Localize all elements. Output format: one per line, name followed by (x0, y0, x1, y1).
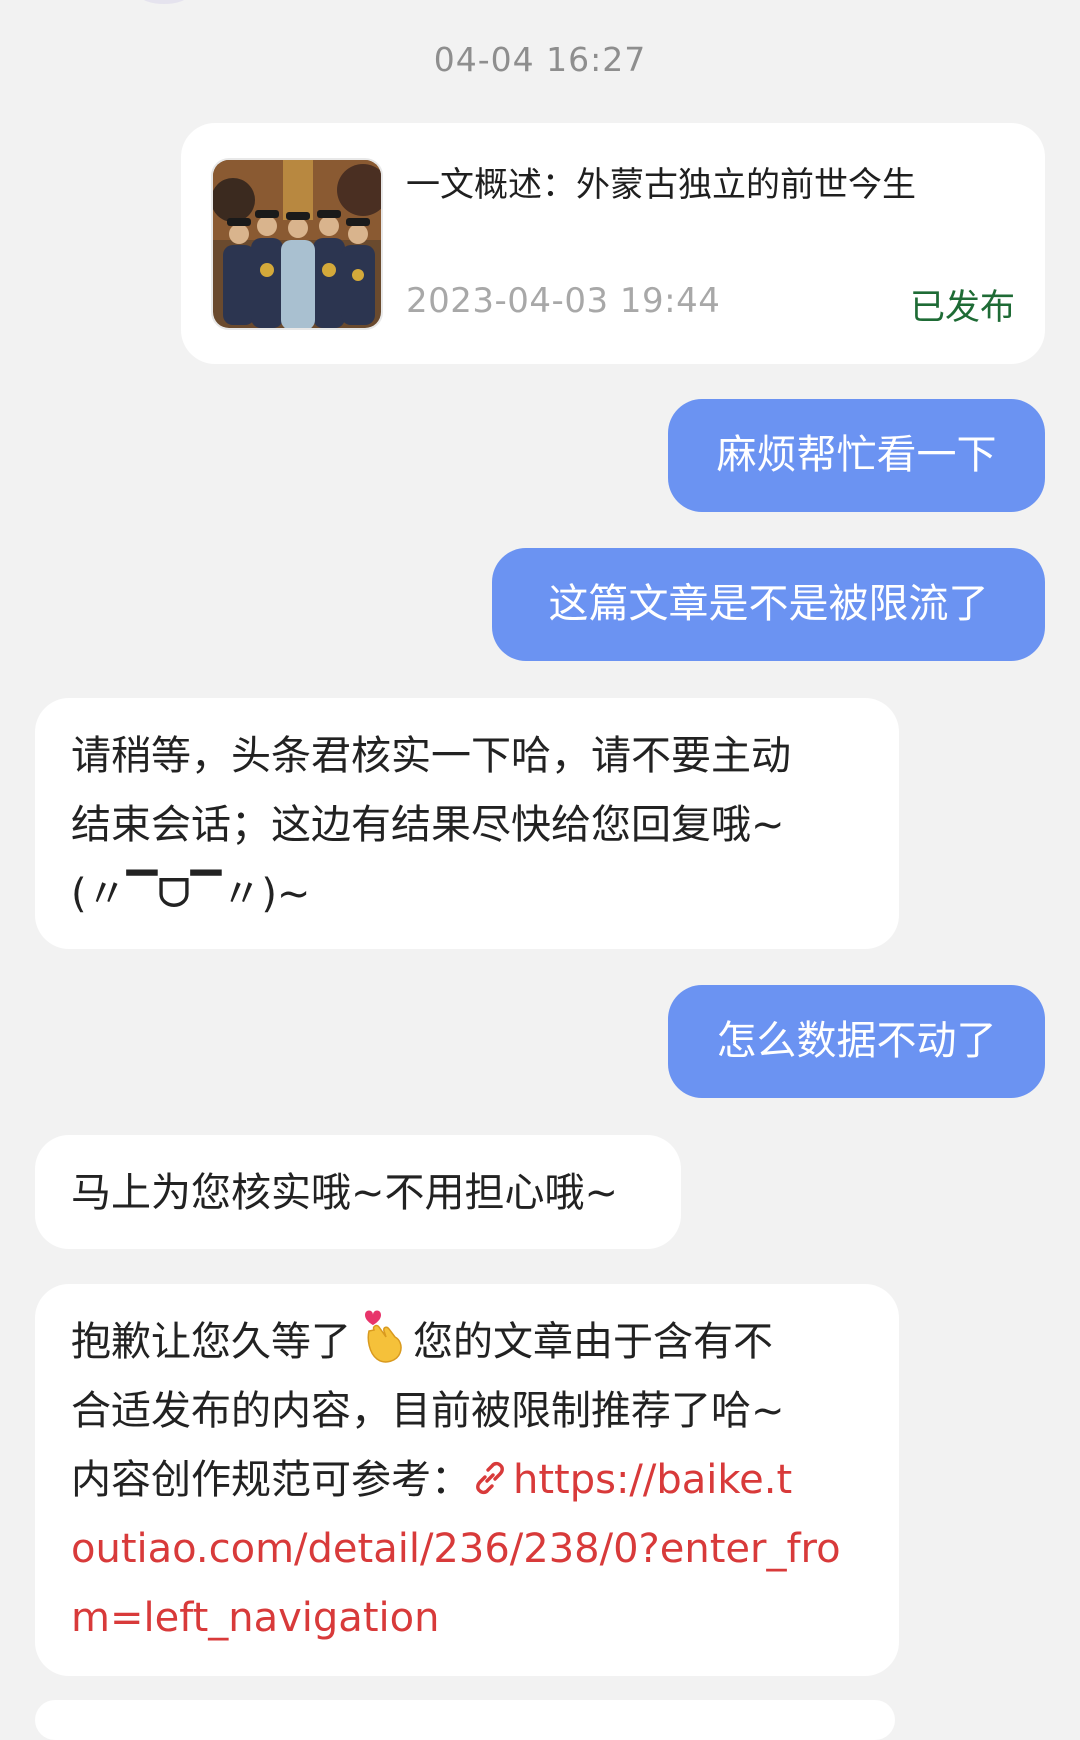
link-text[interactable]: https://baike.t (513, 1457, 792, 1503)
message-line: 合适发布的内容，目前被限制推荐了哈~ (71, 1388, 785, 1434)
link-icon (476, 1461, 504, 1495)
kaomoji: (〃▔ᗜ▔〃)~ (71, 871, 311, 917)
message-line: 结束会话；这边有结果尽快给您回复哦~ (71, 802, 785, 848)
message-text: 内容创作规范可参考： (71, 1457, 471, 1503)
article-title[interactable]: 一文概述：外蒙古独立的前世今生 (406, 157, 916, 206)
my-message-bubble[interactable]: 麻烦帮忙看一下 (668, 399, 1045, 512)
reference-link[interactable]: https://baike.t (471, 1457, 792, 1503)
message-line: 请稍等，头条君核实一下哈，请不要主动 (71, 733, 791, 779)
link-text[interactable]: outiao.com/detail/236/238/0?enter_fro (71, 1515, 865, 1584)
support-message-bubble[interactable]: 抱歉让您久等了 您的文章由于含有不 合适发布的内容，目前被限制推荐了哈~ 内容创… (35, 1284, 899, 1676)
article-status-badge: 已发布 (909, 288, 1015, 328)
finger-heart-emoji-icon (365, 1310, 402, 1363)
link-text[interactable]: m=left_navigation (71, 1584, 865, 1653)
support-message-bubble[interactable]: 马上为您核实哦~不用担心哦~ (35, 1135, 681, 1249)
my-message-bubble[interactable]: 这篇文章是不是被限流了 (492, 548, 1045, 661)
message-line: 内容创作规范可参考： https://baike.t (71, 1446, 865, 1515)
message-line: 抱歉让您久等了 您的文章由于含有不 (71, 1308, 865, 1377)
article-thumbnail-image (211, 158, 383, 330)
chat-timestamp: 04-04 16:27 (433, 40, 647, 79)
avatar[interactable] (140, 0, 188, 4)
my-message-bubble[interactable]: 怎么数据不动了 (668, 985, 1045, 1098)
message-text: 您的文章由于含有不 (413, 1319, 773, 1365)
message-text: 抱歉让您久等了 (71, 1319, 351, 1365)
support-message-bubble[interactable] (35, 1700, 895, 1740)
support-message-bubble[interactable]: 请稍等，头条君核实一下哈，请不要主动 结束会话；这边有结果尽快给您回复哦~ (〃… (35, 698, 899, 949)
article-publish-date: 2023-04-03 19:44 (406, 281, 721, 321)
article-card[interactable]: 一文概述：外蒙古独立的前世今生 2023-04-03 19:44 已发布 (181, 123, 1045, 364)
